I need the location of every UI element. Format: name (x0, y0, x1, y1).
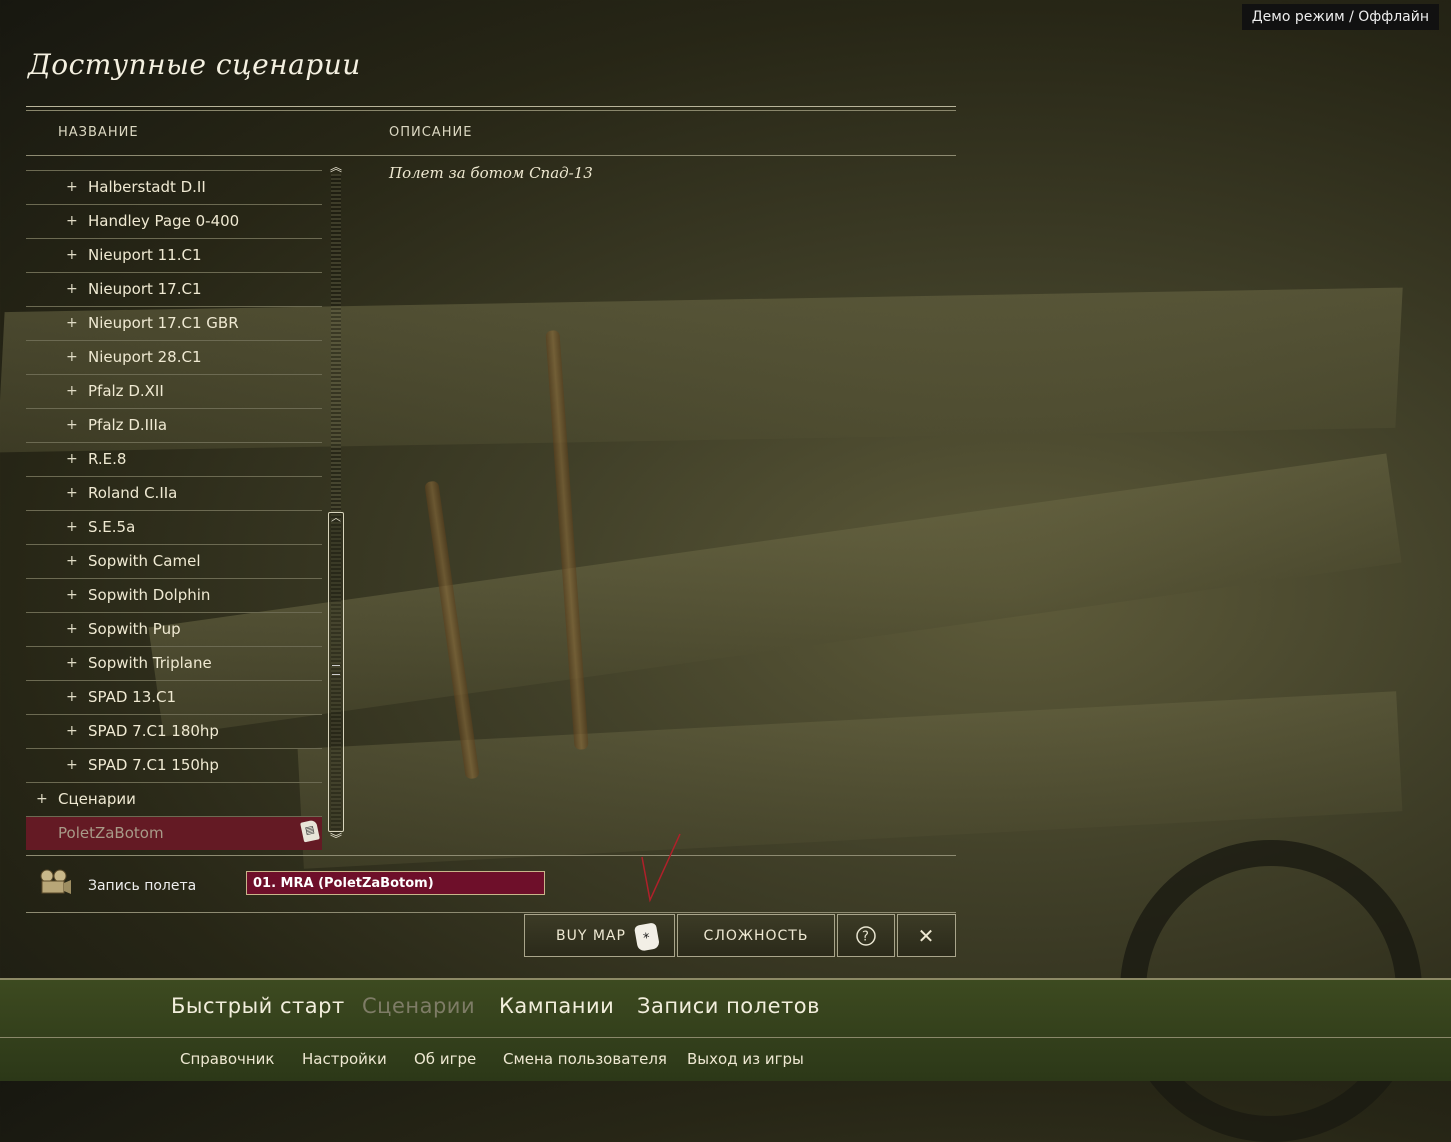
list-item[interactable]: + Roland C.IIa (26, 476, 322, 510)
list-item[interactable]: + Nieuport 17.C1 (26, 272, 322, 306)
expand-icon[interactable]: + (66, 689, 78, 705)
header-divider (26, 106, 956, 111)
expand-icon[interactable]: + (66, 417, 78, 433)
column-header-name[interactable]: НАЗВАНИЕ (58, 125, 139, 140)
subnav-change-user[interactable]: Смена пользователя (503, 1050, 667, 1068)
subnav-settings[interactable]: Настройки (302, 1050, 387, 1068)
expand-icon[interactable]: + (66, 213, 78, 229)
expand-icon[interactable]: + (66, 383, 78, 399)
main-navigation: Быстрый старт Сценарии Кампании Записи п… (0, 978, 1451, 1081)
help-button[interactable]: ? (837, 914, 895, 957)
list-bottom-divider (26, 855, 956, 856)
scenario-file-icon: ▤ (300, 819, 320, 843)
expand-icon[interactable]: + (66, 315, 78, 331)
help-icon: ? (856, 926, 876, 946)
subnav-about[interactable]: Об игре (414, 1050, 476, 1068)
list-item[interactable]: + R.E.8 (26, 442, 322, 476)
nav-scenarios[interactable]: Сценарии (362, 994, 475, 1018)
flight-record-row: Запись полета 01. MRA (PoletZaBotom) (26, 864, 956, 910)
expand-icon[interactable]: + (66, 349, 78, 365)
expand-icon[interactable]: + (36, 791, 48, 807)
list-item[interactable]: + Halberstadt D.II (26, 170, 322, 204)
buy-map-button[interactable]: BUY MAP * (524, 914, 675, 957)
expand-icon[interactable]: + (66, 281, 78, 297)
expand-icon[interactable]: + (66, 179, 78, 195)
list-item[interactable]: + Handley Page 0-400 (26, 204, 322, 238)
expand-icon[interactable]: + (66, 553, 78, 569)
scroll-up-icon[interactable]: ︽ (327, 160, 345, 174)
status-badge: Демо режим / Оффлайн (1241, 4, 1439, 30)
list-item[interactable]: + Sopwith Triplane (26, 646, 322, 680)
svg-text:?: ? (862, 930, 870, 945)
subnav-exit[interactable]: Выход из игры (687, 1050, 804, 1068)
list-item[interactable]: + Nieuport 17.C1 GBR (26, 306, 322, 340)
list-item[interactable]: + Pfalz D.IIIa (26, 408, 322, 442)
price-tag-icon: * (633, 922, 661, 952)
list-item[interactable]: + S.E.5a (26, 510, 322, 544)
list-item[interactable]: + Sopwith Dolphin (26, 578, 322, 612)
difficulty-button[interactable]: СЛОЖНОСТЬ (677, 914, 835, 957)
nav-divider (0, 1037, 1451, 1038)
list-item[interactable]: + Sopwith Camel (26, 544, 322, 578)
list-item[interactable]: + SPAD 7.C1 150hp (26, 748, 322, 782)
nav-campaigns[interactable]: Кампании (499, 994, 614, 1018)
subnav-reference[interactable]: Справочник (180, 1050, 275, 1068)
expand-icon[interactable]: + (66, 757, 78, 773)
close-button[interactable]: ✕ (897, 914, 956, 957)
flight-record-select[interactable]: 01. MRA (PoletZaBotom) (246, 871, 545, 895)
expand-icon[interactable]: + (66, 519, 78, 535)
list-item[interactable]: + Sopwith Pup (26, 612, 322, 646)
list-group-scenarios[interactable]: + Сценарии (26, 782, 322, 816)
list-item[interactable]: + SPAD 13.C1 (26, 680, 322, 714)
scenario-list: + Halberstadt D.II + Handley Page 0-400 + N… (26, 170, 322, 850)
expand-icon[interactable]: + (66, 621, 78, 637)
list-item[interactable]: + SPAD 7.C1 180hp (26, 714, 322, 748)
list-scrollbar[interactable]: ︽ ︿ ︾ (327, 160, 345, 848)
list-item[interactable]: + Pfalz D.XII (26, 374, 322, 408)
record-divider (26, 912, 956, 913)
nav-quick-start[interactable]: Быстрый старт (171, 994, 345, 1018)
nav-flight-records[interactable]: Записи полетов (637, 994, 820, 1018)
list-item[interactable]: + Nieuport 28.C1 (26, 340, 322, 374)
close-icon: ✕ (917, 924, 936, 948)
expand-icon[interactable]: + (66, 655, 78, 671)
page-title: Доступные сценарии (28, 48, 361, 81)
scenario-description: Полет за ботом Спад-13 (389, 164, 593, 182)
expand-icon[interactable]: + (66, 451, 78, 467)
expand-icon[interactable]: + (66, 587, 78, 603)
annotation-mark (641, 833, 681, 903)
column-header-description: ОПИСАНИЕ (389, 125, 473, 140)
flight-record-label: Запись полета (88, 878, 197, 894)
film-camera-icon (40, 869, 71, 894)
scroll-down-icon[interactable]: ︾ (327, 832, 345, 846)
scroll-thumb[interactable]: ︿ (328, 512, 344, 832)
expand-icon[interactable]: + (66, 485, 78, 501)
list-item[interactable]: + Nieuport 11.C1 (26, 238, 322, 272)
list-item-selected[interactable]: PoletZaBotom ▤ (26, 816, 322, 850)
column-header-divider (26, 155, 956, 156)
expand-icon[interactable]: + (66, 723, 78, 739)
expand-icon[interactable]: + (66, 247, 78, 263)
